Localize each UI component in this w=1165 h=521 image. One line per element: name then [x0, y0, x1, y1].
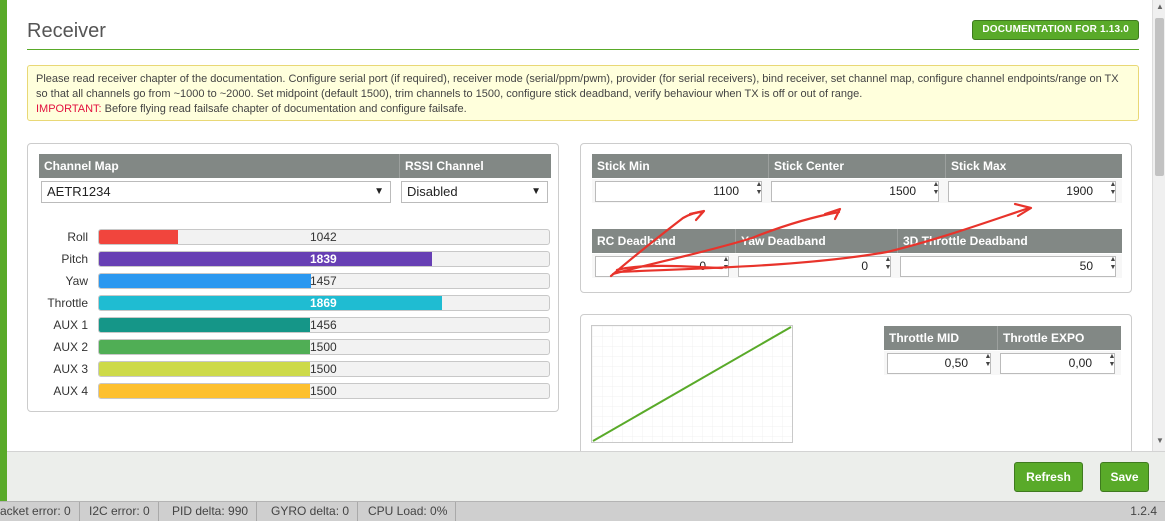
annotation-arrow-to-max	[615, 206, 1031, 274]
vertical-scrollbar[interactable]: ▲ ▼	[1152, 0, 1165, 451]
status-packet-error: acket error: 0	[0, 502, 80, 521]
status-i2c-error: I2C error: 0	[81, 502, 159, 521]
status-cpu-load: CPU Load: 0%	[360, 502, 457, 521]
annotation-arrow-to-center	[611, 210, 841, 276]
status-version: 1.2.4	[1130, 504, 1157, 518]
main-content: Receiver DOCUMENTATION FOR 1.13.0 Please…	[7, 0, 1152, 451]
left-accent-bar	[0, 0, 7, 501]
red-annotation-overlay	[609, 202, 1033, 278]
scroll-up-icon[interactable]: ▲	[1156, 2, 1164, 11]
scroll-down-icon[interactable]: ▼	[1156, 436, 1164, 445]
refresh-button[interactable]: Refresh	[1014, 462, 1083, 492]
status-pid-delta: PID delta: 990	[164, 502, 258, 521]
status-gyro-delta: GYRO delta: 0	[263, 502, 359, 521]
scrollbar-thumb[interactable]	[1155, 18, 1164, 176]
save-button[interactable]: Save	[1100, 462, 1149, 492]
footer-toolbar: Refresh Save	[7, 451, 1165, 501]
status-bar: acket error: 0 I2C error: 0 PID delta: 9…	[0, 501, 1165, 521]
